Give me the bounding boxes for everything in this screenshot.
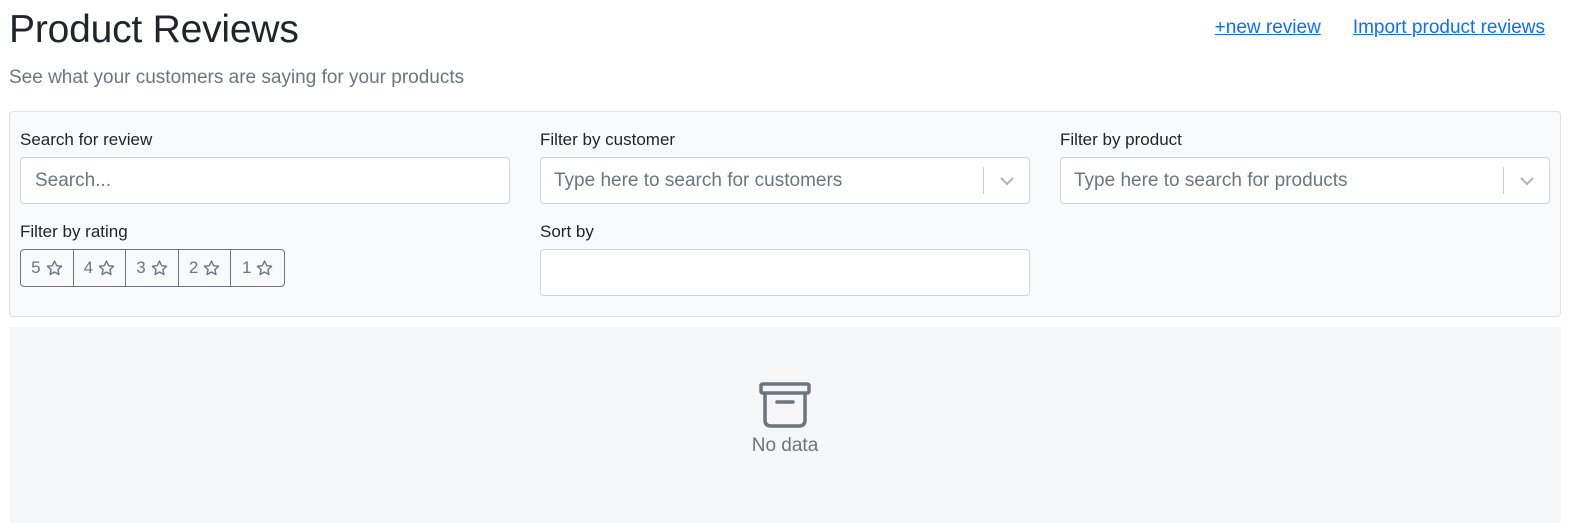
rating-value: 4 — [83, 258, 94, 277]
reviews-empty-state: No data — [9, 327, 1561, 523]
rating-value: 2 — [188, 258, 199, 277]
empty-state-text: No data — [751, 435, 819, 456]
import-reviews-link[interactable]: Import product reviews — [1353, 17, 1545, 39]
star-icon — [151, 260, 168, 276]
sort-by-input[interactable] — [541, 250, 1029, 295]
page-title: Product Reviews — [9, 8, 299, 51]
rating-value: 3 — [136, 258, 146, 277]
star-icon — [98, 260, 115, 276]
rating-3-button[interactable]: 3 — [126, 250, 179, 286]
sort-by-field — [540, 249, 1030, 296]
product-filter-label: Filter by product — [1060, 130, 1182, 149]
star-icon — [46, 260, 62, 276]
search-field — [20, 157, 510, 204]
header-actions: +new review Import product reviews — [1215, 17, 1545, 39]
rating-5-button[interactable]: 5 — [21, 250, 74, 286]
customer-select-placeholder: Type here to search for customers — [554, 169, 843, 191]
rating-2-button[interactable]: 2 — [179, 250, 232, 286]
search-label: Search for review — [20, 130, 153, 149]
product-select-placeholder: Type here to search for products — [1074, 169, 1348, 191]
rating-button-group: 5 4 3 2 1 — [20, 249, 285, 287]
rating-filter-label: Filter by rating — [20, 222, 128, 241]
new-review-link[interactable]: +new review — [1215, 17, 1321, 39]
customer-select[interactable]: Type here to search for customers — [540, 157, 1030, 204]
customer-filter-label: Filter by customer — [540, 130, 676, 149]
rating-value: 5 — [31, 258, 41, 277]
star-icon — [257, 260, 273, 276]
chevron-down-icon[interactable] — [1504, 158, 1549, 203]
rating-4-button[interactable]: 4 — [74, 250, 127, 286]
archive-box-icon — [759, 382, 811, 428]
sort-by-label: Sort by — [540, 222, 594, 241]
rating-value: 1 — [241, 258, 252, 277]
rating-1-button[interactable]: 1 — [231, 250, 284, 286]
chevron-down-icon[interactable] — [984, 158, 1029, 203]
page-subtitle: See what your customers are saying for y… — [9, 67, 465, 88]
search-input[interactable] — [21, 158, 509, 203]
product-select[interactable]: Type here to search for products — [1060, 157, 1550, 204]
filter-panel: Search for review Filter by customer Typ… — [9, 111, 1561, 317]
star-icon — [204, 260, 220, 276]
